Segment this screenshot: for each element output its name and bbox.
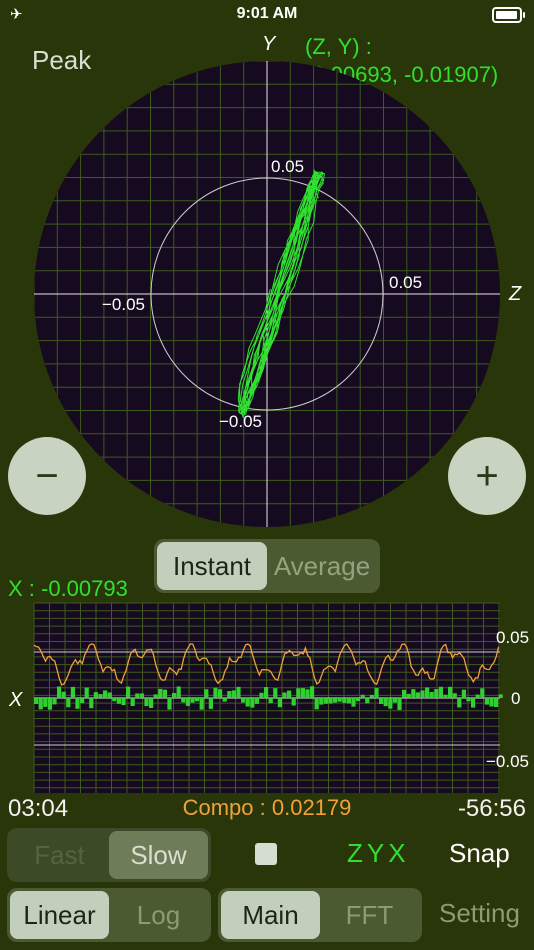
instant-average-toggle: Instant Average (154, 539, 380, 593)
fft-option[interactable]: FFT (320, 891, 419, 939)
compo-readout: Compo : 0.02179 (182, 795, 352, 820)
tick-top: 0.05 (271, 157, 304, 176)
z-axis-label: Z (508, 283, 522, 305)
checkbox[interactable] (255, 843, 277, 865)
wave-tick-mid: 0 (511, 689, 520, 708)
wave-tick-bottom: −0.05 (486, 752, 529, 771)
main-option[interactable]: Main (221, 891, 320, 939)
y-axis-label: Y (262, 33, 277, 55)
tick-right: 0.05 (389, 273, 422, 292)
view-toggle: Main FFT (218, 888, 422, 942)
tick-left: −0.05 (102, 295, 145, 314)
snap-button[interactable]: Snap (449, 838, 510, 869)
waveform-plot: X 0.05 0 −0.05 (8, 602, 529, 793)
battery-icon (492, 7, 525, 23)
remaining-time: -56:56 (457, 795, 526, 822)
zoom-out-button[interactable]: − (8, 437, 86, 515)
x-readout: X : -0.00793 (8, 576, 128, 601)
tick-bottom: −0.05 (219, 412, 262, 431)
linear-option[interactable]: Linear (10, 891, 109, 939)
status-bar: ✈ 9:01 AM (0, 0, 534, 30)
status-time: 9:01 AM (236, 5, 298, 22)
average-option[interactable]: Average (267, 542, 377, 590)
zoom-in-button[interactable]: + (448, 437, 526, 515)
axes-button[interactable]: ZYX (347, 838, 410, 869)
scale-toggle: Linear Log (7, 888, 211, 942)
slow-option[interactable]: Slow (109, 831, 208, 879)
log-option[interactable]: Log (109, 891, 208, 939)
speed-toggle: Fast Slow (7, 828, 211, 882)
wave-tick-top: 0.05 (496, 628, 529, 647)
setting-button[interactable]: Setting (439, 898, 520, 929)
waveform-axis-label: X (8, 689, 23, 711)
fast-option[interactable]: Fast (10, 831, 109, 879)
instant-option[interactable]: Instant (157, 542, 267, 590)
